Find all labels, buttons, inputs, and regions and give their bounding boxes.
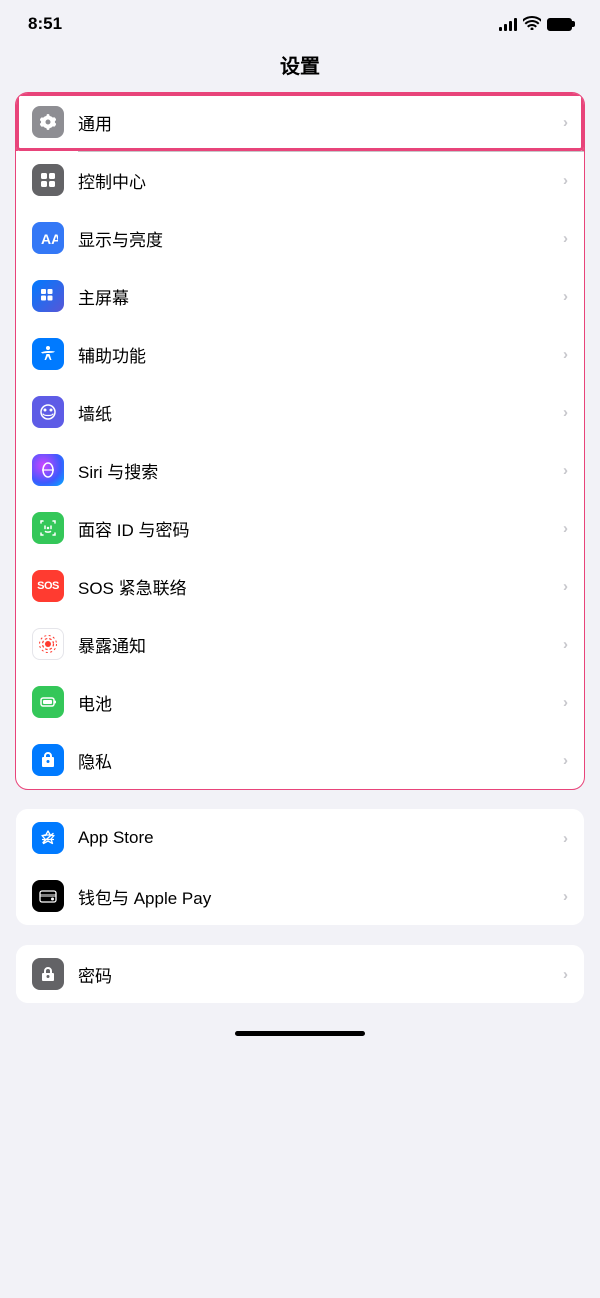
general-chevron: › [563,114,568,131]
passwords-icon [32,958,64,990]
homescreen-label: 主屏幕 [78,284,555,309]
settings-item-display[interactable]: AA 显示与亮度 › [16,209,584,267]
siri-icon [32,454,64,486]
home-bar [235,1031,365,1036]
privacy-label: 隐私 [78,748,555,773]
homescreen-icon [32,280,64,312]
settings-item-sos[interactable]: SOS SOS 紧急联络 › [16,557,584,615]
settings-item-control-center[interactable]: 控制中心 › [16,151,584,209]
battery-label: 电池 [78,690,555,715]
settings-item-homescreen[interactable]: 主屏幕 › [16,267,584,325]
general-icon [32,106,64,138]
page-title: 设置 [0,42,600,93]
settings-group-main: 通用 › 控制中心 › AA 显示与亮度 › [16,93,584,789]
passwords-chevron: › [563,966,568,983]
exposure-label: 暴露通知 [78,632,555,657]
settings-item-privacy[interactable]: 隐私 › [16,731,584,789]
wallpaper-icon [32,396,64,428]
signal-icon [499,17,517,31]
display-chevron: › [563,230,568,247]
wallet-label: 钱包与 Apple Pay [78,884,555,909]
accessibility-icon [32,338,64,370]
settings-item-passwords[interactable]: 密码 › [16,945,584,1003]
faceid-label: 面容 ID 与密码 [78,516,555,541]
status-bar: 8:51 [0,0,600,42]
battery-chevron: › [563,694,568,711]
settings-item-wallet[interactable]: 钱包与 Apple Pay › [16,867,584,925]
home-indicator [0,1023,600,1040]
wallet-chevron: › [563,888,568,905]
faceid-chevron: › [563,520,568,537]
control-center-icon [32,164,64,196]
settings-item-faceid[interactable]: 面容 ID 与密码 › [16,499,584,557]
sos-chevron: › [563,578,568,595]
homescreen-chevron: › [563,288,568,305]
settings-group-passwords: 密码 › [16,945,584,1003]
siri-chevron: › [563,462,568,479]
privacy-icon [32,744,64,776]
display-icon: AA [32,222,64,254]
settings-item-exposure[interactable]: 暴露通知 › [16,615,584,673]
faceid-icon [32,512,64,544]
wallet-icon [32,880,64,912]
battery-settings-icon [32,686,64,718]
privacy-chevron: › [563,752,568,769]
accessibility-chevron: › [563,346,568,363]
siri-label: Siri 与搜索 [78,458,555,483]
wallpaper-chevron: › [563,404,568,421]
settings-group-store: App Store › 钱包与 Apple Pay › [16,809,584,925]
battery-icon [547,18,572,31]
exposure-icon [32,628,64,660]
appstore-label: App Store [78,828,555,848]
control-center-chevron: › [563,172,568,189]
sos-icon: SOS [32,570,64,602]
settings-item-appstore[interactable]: App Store › [16,809,584,867]
accessibility-label: 辅助功能 [78,342,555,367]
settings-item-battery[interactable]: 电池 › [16,673,584,731]
status-icons [499,16,572,33]
settings-item-general[interactable]: 通用 › [16,93,584,151]
control-center-label: 控制中心 [78,168,555,193]
settings-item-siri[interactable]: Siri 与搜索 › [16,441,584,499]
appstore-chevron: › [563,830,568,847]
settings-item-wallpaper[interactable]: 墙纸 › [16,383,584,441]
settings-item-accessibility[interactable]: 辅助功能 › [16,325,584,383]
wifi-icon [523,16,541,33]
status-time: 8:51 [28,14,62,34]
appstore-icon [32,822,64,854]
sos-label: SOS 紧急联络 [78,574,555,599]
display-label: 显示与亮度 [78,226,555,251]
general-label: 通用 [78,110,555,135]
wallpaper-label: 墙纸 [78,400,555,425]
svg-text:AA: AA [41,231,58,247]
exposure-chevron: › [563,636,568,653]
passwords-label: 密码 [78,962,555,987]
